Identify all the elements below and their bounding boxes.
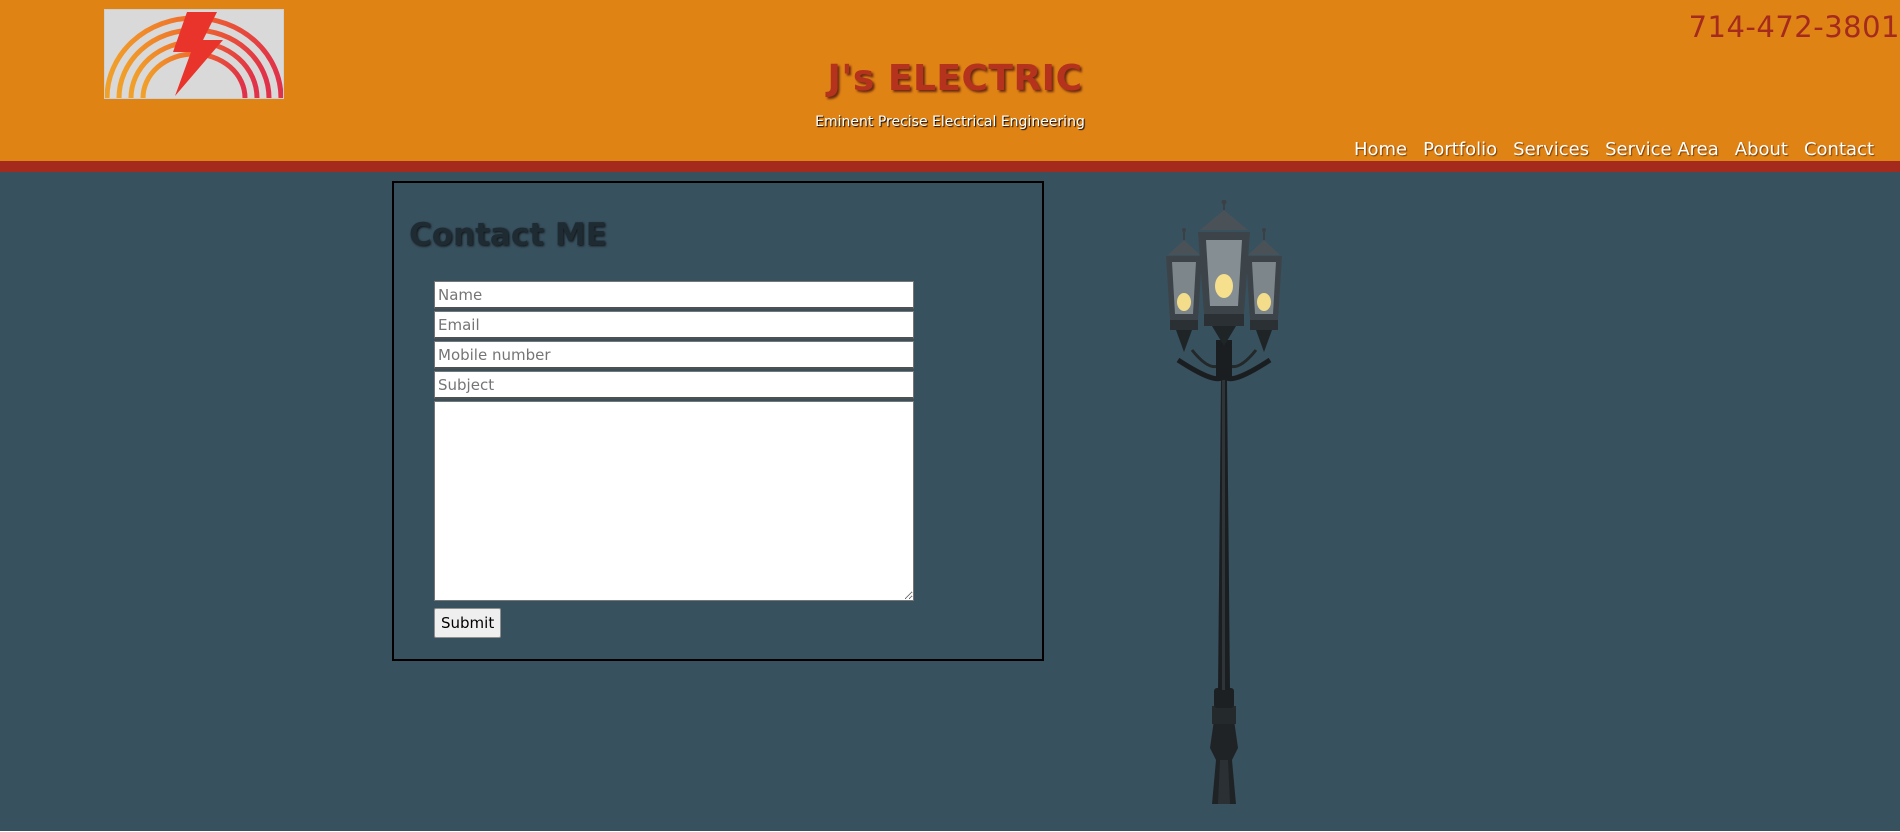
- nav-portfolio[interactable]: Portfolio: [1423, 139, 1497, 160]
- site-tagline: Eminent Precise Electrical Engineering: [815, 114, 1085, 130]
- phone-number[interactable]: 714-472-3801: [1689, 10, 1900, 44]
- page: 714-472-3801 J's ELECTRIC Eminent Precis…: [0, 0, 1900, 832]
- subject-input[interactable]: [434, 371, 914, 399]
- submit-button[interactable]: Submit: [434, 608, 502, 638]
- site-header: 714-472-3801 J's ELECTRIC Eminent Precis…: [0, 0, 1900, 161]
- contact-heading: Contact ME: [409, 217, 607, 253]
- nav-contact[interactable]: Contact: [1804, 139, 1874, 160]
- main-nav: Home Portfolio Services Service Area Abo…: [1354, 139, 1874, 160]
- nav-about[interactable]: About: [1735, 139, 1788, 160]
- nav-home[interactable]: Home: [1354, 139, 1407, 160]
- nav-service-area[interactable]: Service Area: [1605, 139, 1719, 160]
- mobile-input[interactable]: [434, 341, 914, 369]
- message-textarea[interactable]: [434, 401, 914, 601]
- email-input[interactable]: [434, 311, 914, 339]
- name-input[interactable]: [434, 281, 914, 309]
- site-title: J's ELECTRIC: [827, 58, 1083, 99]
- contact-form-panel: Contact ME Submit: [392, 181, 1044, 661]
- street-lamp-image: [1166, 200, 1282, 804]
- nav-services[interactable]: Services: [1513, 139, 1589, 160]
- header-divider: [0, 161, 1900, 172]
